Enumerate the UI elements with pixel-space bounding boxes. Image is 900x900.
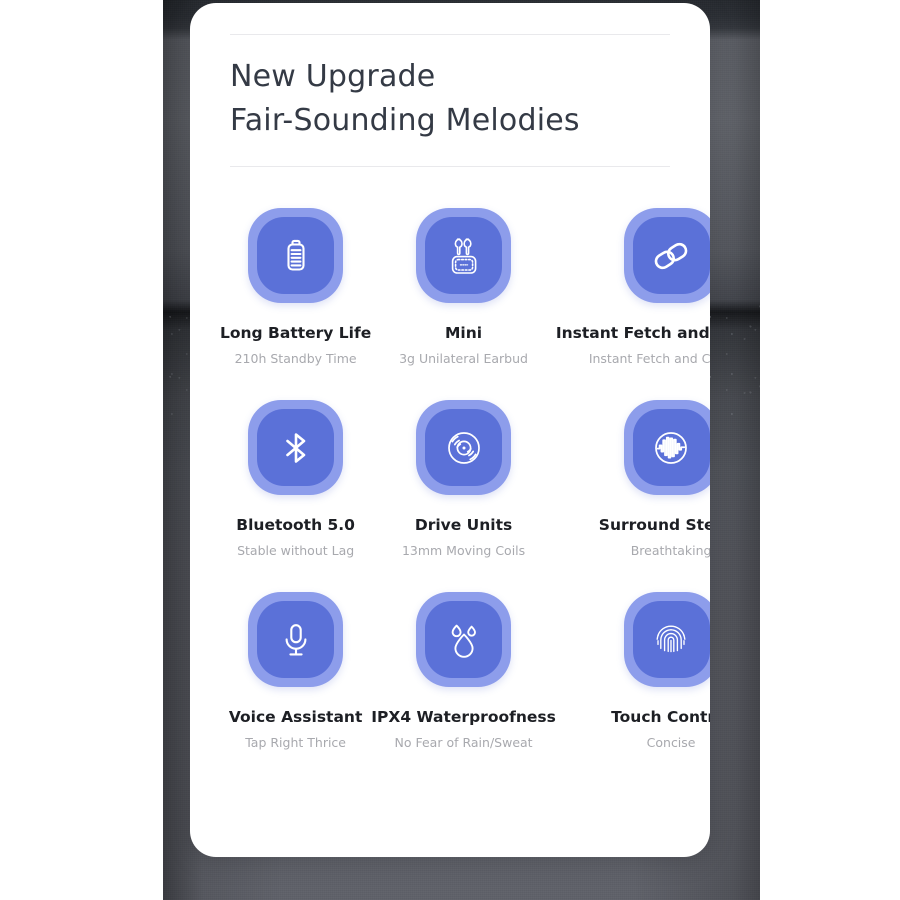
icon-inner: [257, 409, 335, 486]
water-drop-icon: [442, 618, 486, 662]
feature-subtitle: Tap Right Thrice: [245, 735, 346, 750]
feature-subtitle: Breathtaking: [630, 543, 710, 558]
feature-grid: Long Battery Life 210h Standby Time Mini…: [220, 208, 710, 750]
battery-icon: [276, 236, 316, 276]
feature-subtitle: 210h Standby Time: [234, 351, 357, 366]
icon-badge: [623, 592, 710, 687]
feature-item-ipx4-waterproofness[interactable]: IPX4 Waterproofness No Fear of Rain/Swea…: [371, 592, 556, 750]
icon-badge: [416, 592, 512, 687]
icon-badge: [623, 208, 710, 303]
feature-subtitle: Concise: [646, 735, 696, 750]
feature-item-mini[interactable]: Mini 3g Unilateral Earbud: [371, 208, 556, 366]
feature-title: IPX4 Waterproofness: [371, 708, 556, 726]
screenshot-root: New Upgrade Fair-Sounding Melodies Long …: [0, 0, 900, 900]
feature-title: Touch Control: [611, 708, 710, 726]
icon-badge: [416, 208, 512, 303]
sound-wave-circle-icon: [649, 426, 693, 470]
fingerprint-icon: [649, 618, 693, 662]
icon-inner: [425, 217, 503, 294]
feature-title: Instant Fetch and Connect: [555, 324, 710, 342]
feature-item-bluetooth[interactable]: Bluetooth 5.0 Stable without Lag: [220, 400, 371, 558]
feature-item-instant-fetch-and-connect[interactable]: Instant Fetch and Connect Instant Fetch …: [556, 208, 710, 366]
feature-subtitle: Instant Fetch and Connect: [588, 351, 710, 366]
heading-line-2: Fair-Sounding Melodies: [230, 103, 580, 138]
heading-line-1: New Upgrade: [230, 59, 436, 94]
earbuds-case-icon: [442, 234, 486, 278]
feature-title: Voice Assistant: [228, 708, 363, 726]
feature-subtitle: No Fear of Rain/Sweat: [394, 735, 533, 750]
icon-badge: [248, 208, 344, 303]
feature-item-touch-control[interactable]: Touch Control Concise: [556, 592, 710, 750]
vinyl-record-icon: [442, 426, 486, 470]
icon-inner: [257, 601, 335, 678]
icon-inner: [632, 601, 710, 678]
feature-title: Drive Units: [414, 516, 513, 534]
icon-inner: [632, 217, 710, 294]
feature-title: Bluetooth 5.0: [236, 516, 355, 534]
feature-subtitle: 13mm Moving Coils: [401, 543, 526, 558]
feature-subtitle: Stable without Lag: [237, 543, 355, 558]
microphone-icon: [274, 618, 318, 662]
feature-title: Mini: [445, 324, 483, 342]
feature-item-voice-assistant[interactable]: Voice Assistant Tap Right Thrice: [220, 592, 371, 750]
feature-title: Long Battery Life: [220, 324, 372, 342]
bluetooth-icon: [274, 426, 318, 470]
icon-badge: [248, 400, 344, 495]
icon-badge: [248, 592, 344, 687]
icon-inner: [257, 217, 335, 294]
icon-badge: [416, 400, 512, 495]
feature-subtitle: 3g Unilateral Earbud: [399, 351, 528, 366]
divider-bottom: [230, 166, 670, 167]
feature-item-drive-units[interactable]: Drive Units 13mm Moving Coils: [371, 400, 556, 558]
feature-card: New Upgrade Fair-Sounding Melodies Long …: [190, 3, 710, 857]
feature-title: Surround Stereo: [598, 516, 710, 534]
headings-block: New Upgrade Fair-Sounding Melodies: [230, 55, 680, 143]
feature-item-surround-stereo[interactable]: Surround Stereo Breathtaking: [556, 400, 710, 558]
feature-item-long-battery-life[interactable]: Long Battery Life 210h Standby Time: [220, 208, 371, 366]
chain-link-icon: [649, 234, 693, 278]
divider-top: [230, 34, 670, 35]
icon-badge: [623, 400, 710, 495]
icon-inner: [425, 601, 503, 678]
icon-inner: [425, 409, 503, 486]
icon-inner: [632, 409, 710, 486]
